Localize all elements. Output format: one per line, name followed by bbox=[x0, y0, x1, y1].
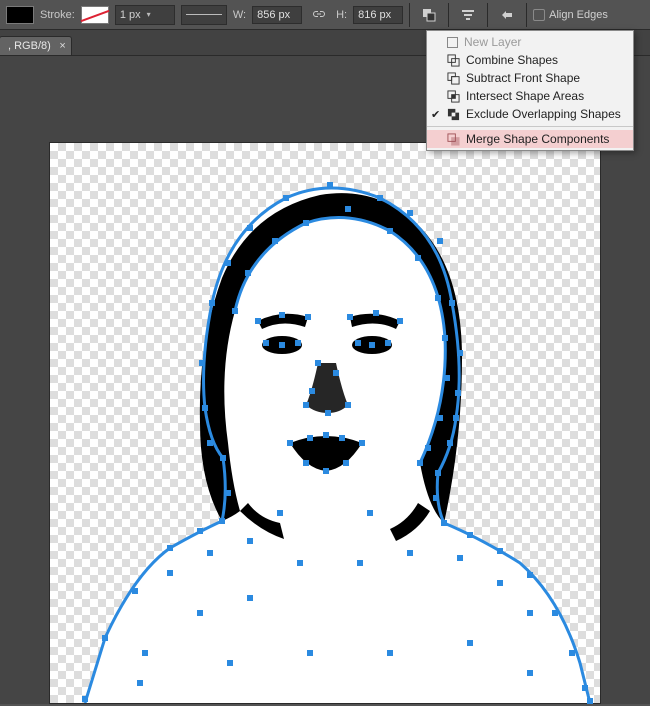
shape-width-input[interactable]: 856 px bbox=[252, 6, 302, 24]
menu-item-new-layer: New Layer bbox=[427, 33, 633, 51]
menu-item-combine-shapes[interactable]: Combine Shapes bbox=[427, 51, 633, 69]
stroke-label: Stroke: bbox=[40, 9, 75, 21]
toolbar-separator bbox=[409, 3, 410, 27]
toolbar-separator bbox=[487, 3, 488, 27]
height-label: H: bbox=[336, 9, 347, 21]
toolbar-separator bbox=[448, 3, 449, 27]
subtract-shape-icon bbox=[447, 72, 460, 85]
path-operations-menu: New Layer Combine Shapes Subtract Front … bbox=[426, 30, 634, 151]
intersect-shape-icon bbox=[447, 90, 460, 103]
document-canvas[interactable] bbox=[50, 143, 600, 703]
menu-item-subtract-front[interactable]: Subtract Front Shape bbox=[427, 69, 633, 87]
chevron-down-icon: ▾ bbox=[147, 10, 151, 19]
menu-separator bbox=[427, 126, 633, 127]
menu-item-exclude-overlap[interactable]: ✔ Exclude Overlapping Shapes bbox=[427, 105, 633, 123]
stroke-width-value: 1 px bbox=[120, 9, 141, 21]
vector-shape-portrait bbox=[50, 143, 600, 703]
exclude-shape-icon bbox=[447, 108, 460, 121]
canvas-area bbox=[0, 56, 650, 704]
path-operations-button[interactable] bbox=[416, 3, 442, 27]
toolbar-separator bbox=[526, 3, 527, 27]
options-toolbar: Stroke: 1 px ▾ W: 856 px H: 816 px Align… bbox=[0, 0, 650, 30]
align-edges-label: Align Edges bbox=[549, 9, 608, 21]
stroke-swatch-none[interactable] bbox=[81, 6, 109, 24]
combine-shapes-icon bbox=[447, 54, 460, 67]
stroke-width-dropdown[interactable]: 1 px ▾ bbox=[115, 5, 175, 25]
check-icon: ✔ bbox=[431, 108, 440, 121]
link-dimensions-icon[interactable] bbox=[308, 4, 330, 26]
path-alignment-button[interactable] bbox=[455, 3, 481, 27]
close-icon[interactable]: × bbox=[59, 40, 65, 52]
fill-swatch[interactable] bbox=[6, 6, 34, 24]
path-arrangement-button[interactable] bbox=[494, 3, 520, 27]
stroke-style-dropdown[interactable] bbox=[181, 5, 227, 25]
align-edges-checkbox[interactable]: Align Edges bbox=[533, 9, 608, 21]
checkbox-icon bbox=[533, 9, 545, 21]
menu-item-merge-components[interactable]: Merge Shape Components bbox=[427, 130, 633, 148]
shape-height-input[interactable]: 816 px bbox=[353, 6, 403, 24]
width-label: W: bbox=[233, 9, 246, 21]
document-tab[interactable]: , RGB/8) × bbox=[0, 36, 72, 55]
merge-shape-icon bbox=[447, 133, 460, 146]
menu-item-intersect-shapes[interactable]: Intersect Shape Areas bbox=[427, 87, 633, 105]
document-tab-title: , RGB/8) bbox=[8, 40, 51, 52]
new-layer-icon bbox=[447, 37, 458, 48]
